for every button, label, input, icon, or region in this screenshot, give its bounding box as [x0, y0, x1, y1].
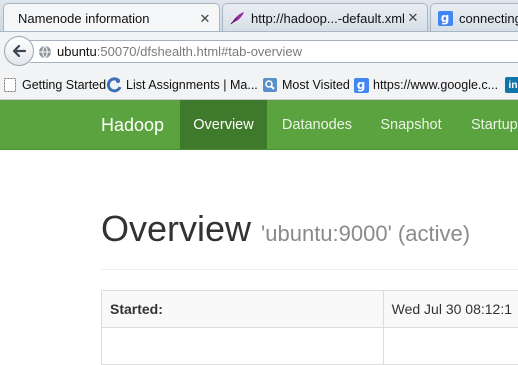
google-icon: g: [353, 77, 369, 93]
browser-navigation-bar: ubuntu:50070/dfshealth.html#tab-overview: [0, 32, 518, 70]
bookmark-getting-started[interactable]: Getting Started: [2, 77, 106, 93]
magnifier-icon: [262, 77, 278, 93]
overview-info-table: Started: Wed Jul 30 08:12:1: [101, 290, 518, 365]
bookmark-label: Getting Started: [22, 78, 106, 92]
bookmark-most-visited[interactable]: Most Visited: [262, 77, 350, 93]
table-row: [102, 328, 518, 365]
close-tab-icon[interactable]: ✕: [405, 10, 421, 26]
bookmark-label: Most Visited: [282, 78, 350, 92]
page-subtitle: 'ubuntu:9000' (active): [261, 221, 470, 246]
back-button[interactable]: [4, 36, 34, 66]
browser-tab-strip: Namenode information ✕ http://hadoop...-…: [0, 0, 518, 32]
bookmark-google[interactable]: g https://www.google.c...: [353, 77, 498, 93]
url-bar[interactable]: ubuntu:50070/dfshealth.html#tab-overview: [30, 40, 518, 63]
nav-tab-datanodes[interactable]: Datanodes: [267, 100, 367, 150]
feather-icon: [229, 10, 245, 26]
tab-label: connecting: [453, 11, 518, 26]
bookmark-list-assignments[interactable]: List Assignments | Ma...: [106, 77, 258, 93]
bookmark-linkedin[interactable]: in: [505, 77, 518, 93]
tab-namenode-information[interactable]: Namenode information ✕: [3, 3, 220, 32]
tab-hadoop-default-xml[interactable]: http://hadoop...-default.xml ✕: [222, 3, 428, 32]
hadoop-navbar: Hadoop Overview Datanodes Snapshot Start…: [0, 100, 518, 150]
linkedin-icon: in: [505, 77, 518, 93]
bookmarks-toolbar: Getting Started List Assignments | Ma...…: [0, 70, 518, 100]
globe-icon: [38, 45, 52, 59]
table-value-cell: Wed Jul 30 08:12:1: [383, 291, 518, 328]
table-key-cell: [102, 328, 384, 365]
table-key-cell: Started:: [102, 291, 384, 328]
url-host: ubuntu: [57, 44, 97, 59]
bookmark-label: List Assignments | Ma...: [126, 78, 258, 92]
table-row: Started: Wed Jul 30 08:12:1: [102, 291, 518, 328]
page-title-text: Overview: [101, 208, 251, 249]
tab-connecting[interactable]: g connecting: [430, 3, 518, 32]
nav-tab-snapshot[interactable]: Snapshot: [367, 100, 455, 150]
bookmark-label: https://www.google.c...: [373, 78, 498, 92]
nav-tab-overview[interactable]: Overview: [180, 100, 267, 150]
nav-tab-startup[interactable]: Startup: [455, 100, 518, 150]
page-icon: [2, 77, 18, 93]
close-tab-icon[interactable]: ✕: [197, 11, 213, 27]
tab-label: http://hadoop...-default.xml: [245, 11, 405, 26]
overview-page-header: Overview 'ubuntu:9000' (active): [101, 200, 518, 270]
table-value-cell: [383, 328, 518, 365]
url-path: :50070/dfshealth.html#tab-overview: [97, 44, 302, 59]
page-title: Overview 'ubuntu:9000' (active): [101, 208, 470, 250]
navbar-brand[interactable]: Hadoop: [101, 100, 164, 150]
tab-label: Namenode information: [4, 11, 197, 26]
swirl-icon: [106, 77, 122, 93]
google-icon: g: [437, 10, 453, 26]
back-arrow-icon: [11, 43, 27, 59]
